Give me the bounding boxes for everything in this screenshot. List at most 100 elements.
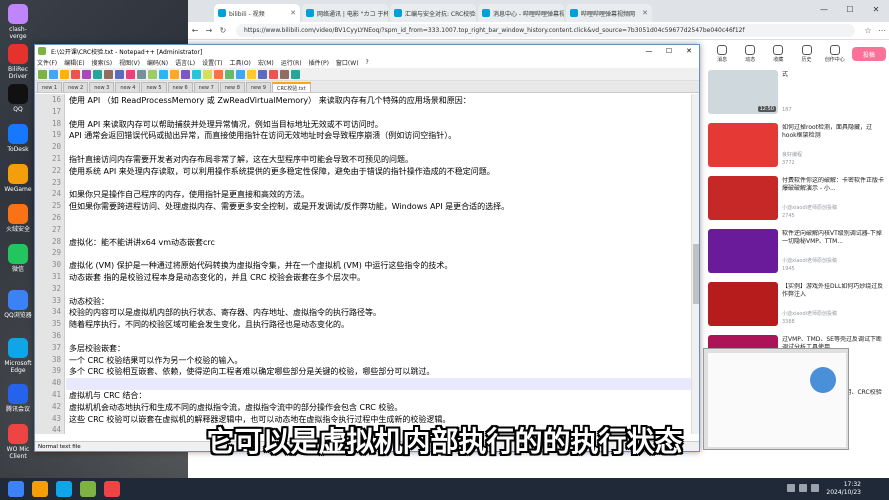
save-icon[interactable] [60,69,69,79]
recommendation-item[interactable]: 【实例】游戏外挂DLL如何巧妙绕过反作弊注入 小迪xiaodi老师原创投稿 3388 [706,280,889,331]
desktop-icon[interactable]: 腾讯会议 [2,384,34,413]
editor-tab[interactable]: new 5 [141,82,167,92]
copy-icon[interactable] [126,69,135,79]
menu-item[interactable]: 设置(T) [202,58,222,67]
header-3[interactable]: 历史 [796,45,818,63]
editor-tab[interactable]: new 3 [89,82,115,92]
file-explorer-icon[interactable] [32,481,48,497]
editor-tab[interactable]: new 6 [167,82,193,92]
video-uploader[interactable]: 良好编程 [782,151,802,158]
menu-item[interactable]: 窗口(W) [336,58,359,67]
menu-item[interactable]: 插件(P) [309,58,329,67]
minimize-icon[interactable]: — [811,0,837,18]
url-input[interactable]: https://www.bilibili.com/video/BV1CyyLYN… [236,24,855,37]
menu-item[interactable]: 视图(V) [119,58,140,67]
desktop-icon[interactable]: clash-verge [2,4,34,40]
editor-area[interactable]: 16 17 18 19 20 21 22 23 24 25 26 27 28 29 30 31 32 33 34 35… [35,94,699,434]
editor-tab[interactable]: new 4 [115,82,141,92]
close-icon[interactable]: ✕ [863,0,889,18]
word-wrap-icon[interactable] [225,69,234,79]
desktop-icon[interactable]: QQ [2,84,34,113]
network-icon[interactable] [787,484,795,492]
desktop-icon[interactable]: Microsoft Edge [2,338,34,374]
redo-icon[interactable] [159,69,168,79]
desktop-icon[interactable]: ToDesk [2,124,34,153]
editor-tab[interactable]: CRC校验.txt [271,82,311,92]
video-thumbnail[interactable]: 12:50 [708,70,778,114]
browser-tab[interactable]: 汇编与安全对抗: CRC校验基本原✕ [390,4,476,22]
zoom-out-icon[interactable] [203,69,212,79]
close-all-icon[interactable] [93,69,102,79]
browser-tab[interactable]: 消息中心 - 哔哩哔哩弹幕视频网✕ [478,4,564,22]
save-all-icon[interactable] [71,69,80,79]
video-thumbnail[interactable] [708,123,778,167]
macro-record-icon[interactable] [269,69,278,79]
editor-tab[interactable]: new 8 [219,82,245,92]
macro-play-icon[interactable] [280,69,289,79]
desktop-icon[interactable]: 微信 [2,244,34,273]
editor-tab[interactable]: new 2 [63,82,89,92]
video-thumbnail[interactable] [708,176,778,220]
video-title[interactable]: 付费软件你这的破解：卡密软件正版卡爆破破解演示 - 小... [782,177,886,193]
menu-item[interactable]: 编码(N) [147,58,168,67]
desktop-icon[interactable]: WeGame [2,164,34,193]
show-all-icon[interactable] [236,69,245,79]
replace-icon[interactable] [181,69,190,79]
menu-item[interactable]: ? [366,59,369,66]
indent-guide-icon[interactable] [247,69,256,79]
menu-item[interactable]: 搜索(S) [92,58,113,67]
notepad-taskbar-icon[interactable] [80,481,96,497]
menu-item[interactable]: 编辑(E) [64,58,84,67]
upload-button[interactable]: 投稿 [851,47,886,61]
menu-item[interactable]: 工具(O) [229,58,250,67]
video-thumbnail[interactable] [708,229,778,273]
run-icon[interactable] [291,69,300,79]
maximize-icon[interactable]: ☐ [837,0,863,18]
windows-start-icon[interactable] [8,481,24,497]
menu-item[interactable]: 语言(L) [175,58,195,67]
battery-icon[interactable] [811,484,819,492]
editor-tab[interactable]: new 7 [193,82,219,92]
cut-icon[interactable] [115,69,124,79]
header-2[interactable]: 收藏 [767,45,789,63]
maximize-icon[interactable]: ☐ [659,47,679,55]
recommendation-item[interactable]: 如何过掉root检测，面具隐藏，过hook框架检测 良好编程 3772 [706,121,889,172]
video-uploader[interactable]: 小迪xiaodi老师原创投稿 [782,204,837,211]
undo-icon[interactable] [148,69,157,79]
video-thumbnail[interactable] [708,282,778,326]
menu-item[interactable]: 运行(R) [281,58,302,67]
recommendation-item[interactable]: 软件逆向破解内核VT级别调试器-下掉一切隐秘VMP、TTM... 小迪xiaodi… [706,227,889,278]
sync-scroll-icon[interactable] [214,69,223,79]
desktop-icon[interactable]: BiliRec Driver [2,44,34,80]
favorites-icon[interactable]: ☆ [861,26,875,35]
volume-icon[interactable] [799,484,807,492]
open-file-icon[interactable] [49,69,58,79]
tab-close-icon[interactable]: ✕ [290,9,296,17]
minimize-icon[interactable]: — [639,47,659,55]
vertical-scrollbar[interactable] [691,94,699,434]
close-icon[interactable] [82,69,91,79]
paste-icon[interactable] [137,69,146,79]
find-icon[interactable] [170,69,179,79]
editor-tab[interactable]: new 1 [37,82,63,92]
tab-close-icon[interactable]: ✕ [642,9,648,17]
video-uploader[interactable]: 小迪xiaodi老师原创投稿 [782,257,837,264]
recommendation-item[interactable]: 12:50 式 187 [706,68,889,119]
edge-icon[interactable] [56,481,72,497]
menu-item[interactable]: 宏(M) [258,58,274,67]
scrollbar-thumb[interactable] [693,244,699,304]
video-title[interactable]: 软件逆向破解内核VT级别调试器-下掉一切隐秘VMP、TTM... [782,230,886,246]
header-4[interactable]: 创作中心 [824,45,846,63]
lang-icon[interactable] [258,69,267,79]
forward-icon[interactable]: → [202,26,216,35]
print-icon[interactable] [104,69,113,79]
desktop-icon[interactable]: 火绒安全 [2,204,34,233]
menu-icon[interactable]: ⋯ [875,26,889,35]
browser-tab[interactable]: 网络通讯 | 电影 "カコ 于杯 - bilibili✕ [302,4,388,22]
header-0[interactable]: 消息 [711,45,733,63]
obs-icon[interactable] [104,481,120,497]
taskbar-clock[interactable]: 17:32 2024/10/23 [826,481,861,497]
video-title[interactable]: 【实例】游戏外挂DLL如何巧妙绕过反作弊注入 [782,283,886,299]
desktop-icon[interactable]: QQ浏览器 [2,290,34,319]
browser-tab[interactable]: 哔哩哔哩弹幕视频网 ✕ [566,4,652,22]
